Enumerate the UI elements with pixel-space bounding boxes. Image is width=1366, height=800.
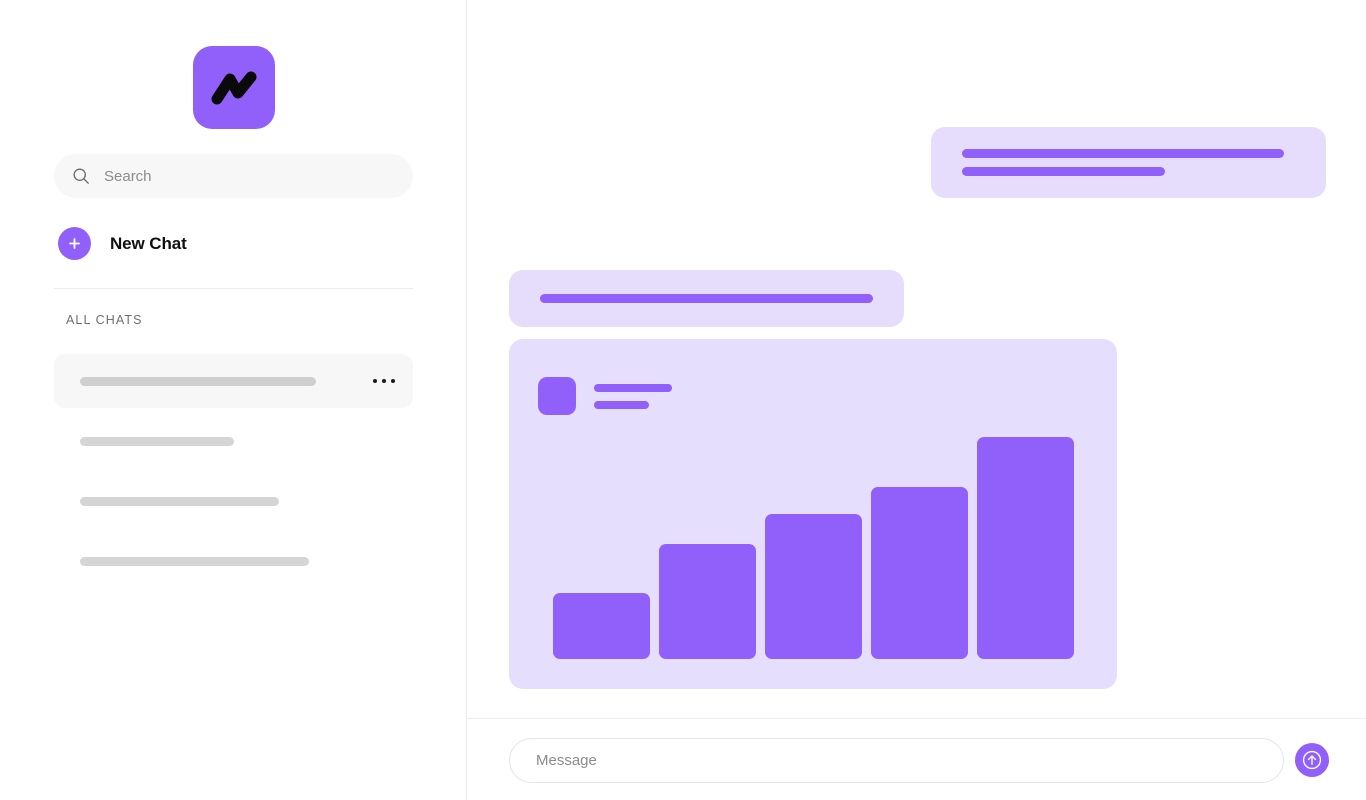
app-root: New Chat ALL CHATS [0, 0, 1366, 800]
message-input-wrap[interactable] [509, 738, 1284, 783]
send-button[interactable] [1295, 743, 1329, 777]
chat-list-item-4[interactable] [54, 534, 413, 588]
message-bubble-assistant [509, 270, 904, 327]
chart-card [509, 339, 1117, 689]
chat-list [54, 354, 413, 588]
message-input[interactable] [536, 752, 1257, 769]
bar-chart-bar [977, 437, 1074, 659]
main-panel [467, 0, 1366, 800]
all-chats-section-label: ALL CHATS [66, 313, 143, 327]
logo-tile [193, 46, 275, 129]
message-skeleton-line [962, 167, 1165, 176]
search-icon [73, 168, 89, 184]
plus-glyph-icon [69, 238, 80, 249]
chat-list-item-1[interactable] [54, 354, 413, 408]
search-box[interactable] [54, 154, 413, 198]
message-skeleton-line [540, 294, 873, 303]
chat-list-item-2[interactable] [54, 414, 413, 468]
chat-title-skeleton [80, 436, 234, 446]
arrow-up-circle-icon [1302, 750, 1322, 770]
bar-chart-bar [765, 514, 862, 659]
bar-chart-bar [659, 544, 756, 659]
chat-title-skeleton [80, 556, 309, 566]
card-header-skeletons [594, 383, 672, 409]
zigzag-n-logo-icon [211, 71, 257, 104]
card-title-skeleton [594, 383, 672, 392]
sidebar-divider [54, 288, 413, 289]
new-chat-label: New Chat [110, 233, 187, 253]
chart-card-header [538, 377, 672, 415]
new-chat-button[interactable]: New Chat [58, 227, 187, 260]
message-skeleton-line [962, 149, 1284, 158]
composer-bar [467, 718, 1366, 800]
card-subtitle-skeleton [594, 400, 649, 409]
bar-chart-bar [553, 592, 650, 659]
plus-icon [58, 227, 91, 260]
search-input[interactable] [104, 167, 397, 185]
message-bubble-user [931, 127, 1326, 198]
bar-chart-bar [871, 487, 968, 659]
card-avatar [538, 377, 576, 415]
chat-list-item-3[interactable] [54, 474, 413, 528]
brand-logo [193, 46, 275, 129]
conversation-area [467, 0, 1366, 718]
sidebar: New Chat ALL CHATS [0, 0, 467, 800]
chat-title-skeleton [80, 496, 279, 506]
chat-title-skeleton [80, 376, 316, 386]
more-horizontal-icon[interactable] [372, 378, 395, 384]
bar-chart [553, 437, 1074, 659]
